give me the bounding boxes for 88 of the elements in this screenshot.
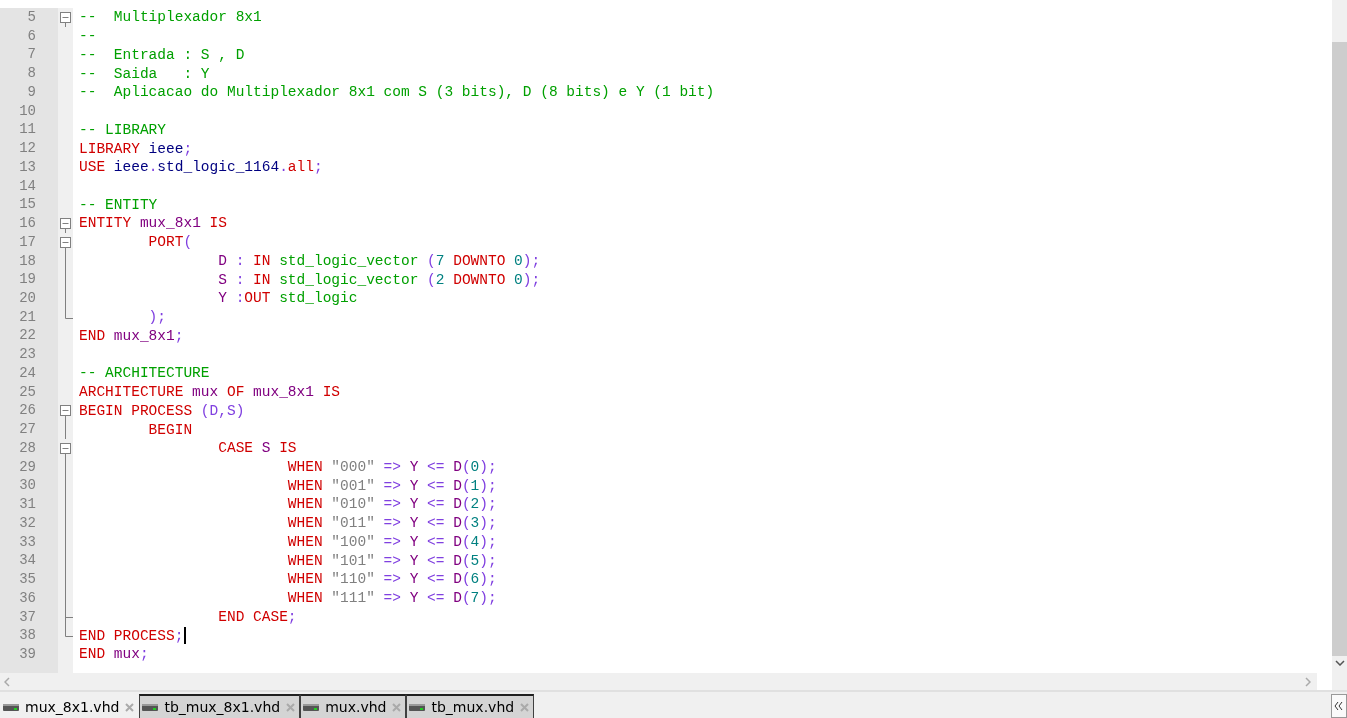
line-number: 16	[18, 214, 37, 233]
code-line: Y :OUT std_logic	[217, 289, 358, 308]
horizontal-scrollbar[interactable]	[0, 673, 1317, 690]
code-line: ARCHITECTURE mux OF mux_8x1 IS	[79, 383, 341, 402]
code-line: WHEN "110" => Y <= D(6);	[286, 570, 497, 589]
code-line: WHEN "100" => Y <= D(4);	[286, 532, 497, 551]
line-number: 5	[26, 8, 37, 27]
code-line: ENTITY mux_8x1 IS	[79, 214, 227, 233]
drive-icon	[3, 703, 19, 711]
line-number: 29	[18, 457, 37, 477]
code-line: WHEN "011" => Y <= D(3);	[286, 514, 497, 533]
line-number: 34	[18, 551, 37, 571]
tab-label: tb_mux_8x1.vhd	[164, 699, 281, 715]
scroll-left-icon[interactable]	[4, 676, 10, 687]
line-number: 9	[26, 82, 37, 102]
tab-label: tb_mux.vhd	[431, 699, 515, 715]
line-number: 31	[18, 495, 37, 514]
code-line: S : IN std_logic_vector (2 DOWNTO 0);	[217, 270, 541, 289]
line-number: 28	[18, 438, 37, 458]
line-number: 19	[18, 270, 37, 289]
code-line: USE ieee.std_logic_1164.all;	[79, 158, 323, 177]
scroll-right-icon[interactable]	[1305, 676, 1311, 687]
line-number: 38	[18, 626, 37, 645]
line-number: 36	[18, 588, 37, 608]
file-tab[interactable]: mux.vhd	[300, 694, 407, 718]
line-number: 21	[18, 307, 37, 327]
line-number: 15	[18, 195, 37, 215]
line-number: 25	[18, 382, 37, 402]
code-line: -- Saida : Y	[79, 64, 210, 83]
tab-label: mux_8x1.vhd	[25, 699, 120, 715]
close-icon[interactable]	[125, 702, 135, 712]
line-number: 24	[18, 363, 37, 383]
code-line: -- Entrada : S , D	[79, 45, 245, 64]
close-icon[interactable]	[520, 702, 530, 712]
line-number: 12	[18, 139, 37, 158]
line-number: 37	[18, 607, 37, 627]
line-number: 7	[26, 45, 37, 65]
close-icon[interactable]	[392, 702, 402, 712]
drive-icon	[142, 703, 159, 711]
tab-scroll-buttons[interactable]	[1331, 694, 1347, 718]
drive-icon	[303, 703, 320, 711]
code-line: PORT(	[147, 233, 193, 252]
line-number: 33	[18, 532, 37, 552]
code-line: END mux_8x1;	[79, 326, 184, 345]
line-number: 22	[18, 326, 37, 346]
line-number: 26	[18, 401, 37, 421]
code-line: -- ARCHITECTURE	[79, 364, 210, 383]
code-line: BEGIN PROCESS (D,S)	[79, 401, 245, 420]
double-left-arrow-icon[interactable]	[1334, 701, 1344, 711]
file-tab[interactable]: tb_mux_8x1.vhd	[139, 694, 301, 718]
drive-icon	[409, 703, 426, 711]
code-line: END mux;	[79, 645, 149, 664]
file-tab[interactable]: tb_mux.vhd	[406, 694, 535, 718]
tab-label: mux.vhd	[325, 699, 387, 715]
close-icon[interactable]	[286, 702, 296, 712]
code-line: WHEN "101" => Y <= D(5);	[286, 551, 497, 570]
line-number: 18	[18, 251, 37, 271]
code-line: -- Multiplexador 8x1	[79, 8, 262, 27]
code-line: LIBRARY ieee;	[79, 139, 193, 158]
code-line: BEGIN	[147, 420, 193, 439]
line-number: 14	[18, 176, 37, 196]
code-line: );	[147, 308, 166, 327]
line-number: 13	[18, 157, 37, 177]
scroll-down-icon[interactable]	[1334, 660, 1345, 666]
code-line: WHEN "010" => Y <= D(2);	[286, 495, 497, 514]
code-line: -- ENTITY	[79, 195, 158, 214]
line-number: 11	[18, 120, 37, 140]
code-line: -- Aplicacao do Multiplexador 8x1 com S (3 bits), D (8 bits) e Y (1 bit)	[79, 83, 715, 102]
code-line: D : IN std_logic_vector (7 DOWNTO 0);	[217, 251, 541, 270]
code-line: CASE S IS	[217, 439, 297, 458]
line-number: 32	[18, 513, 37, 533]
line-number: 10	[18, 101, 37, 121]
line-number: 20	[18, 289, 37, 308]
code-line: -- LIBRARY	[79, 120, 166, 139]
code-line: END CASE;	[217, 607, 297, 626]
line-number: 35	[18, 570, 37, 589]
code-line: WHEN "000" => Y <= D(0);	[286, 458, 497, 476]
line-number: 30	[18, 476, 37, 496]
code-line: --	[79, 27, 97, 46]
code-line: END PROCESS;	[79, 626, 184, 645]
line-number: 23	[18, 345, 37, 364]
line-number: 8	[26, 64, 37, 83]
code-line: WHEN "111" => Y <= D(7);	[286, 589, 497, 608]
line-number: 27	[18, 420, 37, 439]
code-line: WHEN "001" => Y <= D(1);	[286, 476, 497, 495]
line-number: 6	[26, 26, 37, 46]
line-number: 39	[18, 644, 37, 664]
line-number: 17	[18, 232, 37, 252]
